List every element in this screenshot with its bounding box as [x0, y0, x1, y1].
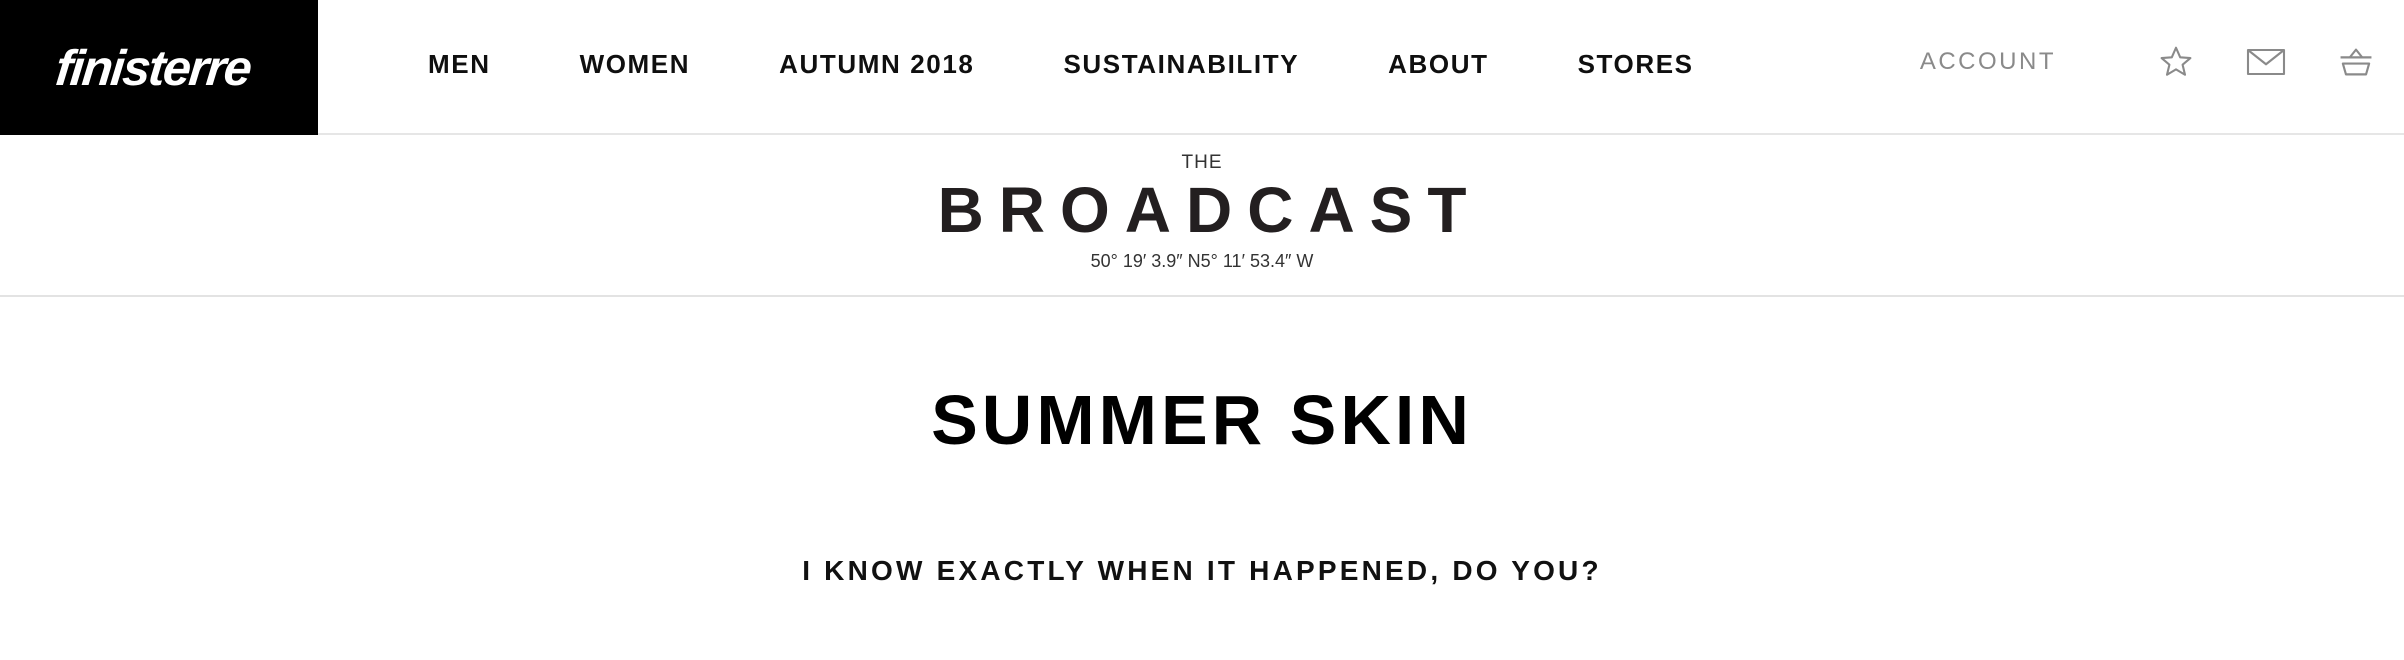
- article-title: SUMMER SKIN: [931, 381, 1473, 459]
- masthead-pre-title: THE: [1181, 152, 1223, 173]
- article-subtitle: I KNOW EXACTLY WHEN IT HAPPENED, DO YOU?: [802, 555, 1602, 586]
- mail-icon[interactable]: [2246, 42, 2286, 82]
- nav-item-about[interactable]: ABOUT: [1388, 49, 1488, 80]
- basket-icon[interactable]: [2336, 42, 2376, 82]
- broadcast-masthead: THE BROADCAST 50° 19′ 3.9″ N5° 11′ 53.4″…: [0, 135, 2404, 297]
- nav-item-women[interactable]: WOMEN: [580, 49, 691, 80]
- brand-logo[interactable]: finisterre: [0, 0, 318, 135]
- brand-logo-text: finisterre: [53, 39, 253, 96]
- nav-item-sustainability[interactable]: SUSTAINABILITY: [1063, 49, 1299, 80]
- main-nav: MEN WOMEN AUTUMN 2018 SUSTAINABILITY ABO…: [428, 0, 1783, 128]
- star-icon[interactable]: [2156, 42, 2196, 82]
- site-header: finisterre MEN WOMEN AUTUMN 2018 SUSTAIN…: [0, 0, 2404, 135]
- nav-item-stores[interactable]: STORES: [1578, 49, 1694, 80]
- masthead-coordinates: 50° 19′ 3.9″ N5° 11′ 53.4″ W: [1090, 251, 1314, 271]
- nav-item-autumn-2018[interactable]: AUTUMN 2018: [779, 49, 974, 80]
- utility-nav: ACCOUNT: [1920, 0, 2376, 124]
- account-link[interactable]: ACCOUNT: [1920, 48, 2056, 76]
- masthead-title[interactable]: BROADCAST: [0, 173, 2404, 247]
- nav-item-men[interactable]: MEN: [428, 49, 491, 80]
